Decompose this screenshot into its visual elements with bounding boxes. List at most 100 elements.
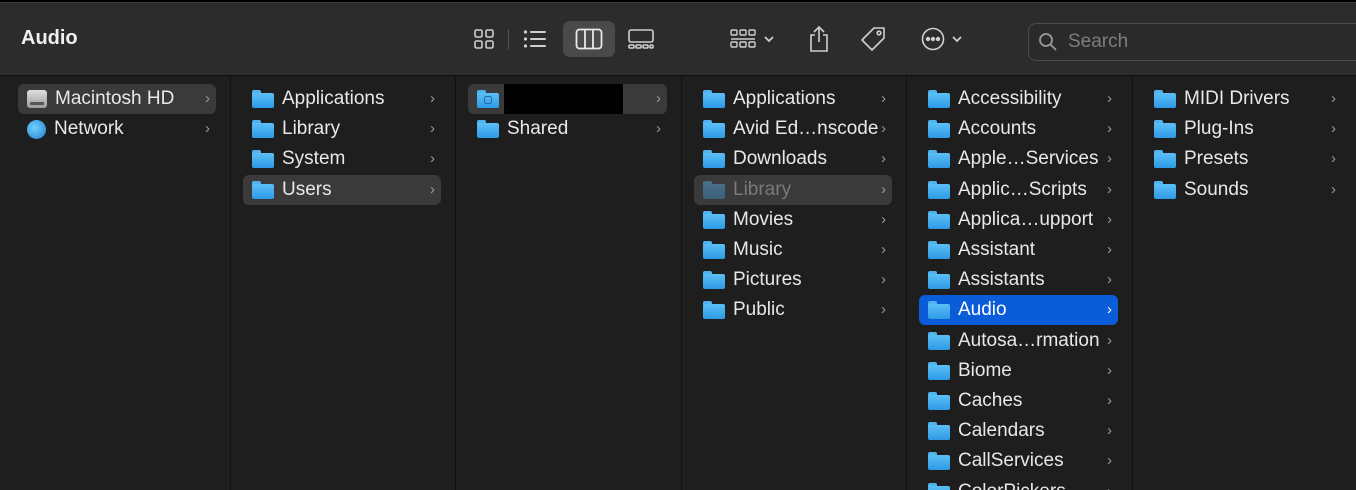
folder-row[interactable]: Macintosh HD › bbox=[18, 84, 216, 114]
share-button[interactable] bbox=[802, 21, 836, 57]
folder-label: Avid Ed…nscode bbox=[733, 118, 879, 139]
search-field[interactable] bbox=[1028, 23, 1356, 61]
chevron-right-icon: › bbox=[881, 150, 886, 167]
folder-label: Library bbox=[282, 118, 341, 139]
folder-row[interactable]: Public › bbox=[694, 295, 892, 325]
chevron-right-icon: › bbox=[1331, 150, 1336, 167]
folder-label: Accounts bbox=[958, 118, 1037, 139]
folder-icon bbox=[703, 120, 725, 138]
icon-view-button[interactable] bbox=[466, 21, 502, 57]
folder-label: Biome bbox=[958, 360, 1012, 381]
folder-row[interactable]: Library › bbox=[243, 114, 441, 144]
folder-row[interactable]: Users › bbox=[243, 175, 441, 205]
folder-icon bbox=[1154, 150, 1176, 168]
folder-icon bbox=[1154, 120, 1176, 138]
folder-icon bbox=[928, 241, 950, 259]
browser-column[interactable]: Macintosh HD › Network › bbox=[0, 76, 231, 490]
folder-row[interactable]: Assistants › bbox=[919, 265, 1118, 295]
folder-row[interactable]: Shared › bbox=[468, 114, 667, 144]
group-by-button[interactable] bbox=[724, 21, 780, 57]
tag-button[interactable] bbox=[855, 21, 891, 57]
folder-icon bbox=[1154, 90, 1176, 108]
folder-row[interactable]: Music › bbox=[694, 235, 892, 265]
folder-row[interactable]: Applica…upport › bbox=[919, 205, 1118, 235]
folder-icon bbox=[252, 90, 274, 108]
chevron-right-icon: › bbox=[656, 120, 661, 137]
list-view-button[interactable] bbox=[516, 21, 554, 57]
folder-row[interactable]: System › bbox=[243, 144, 441, 174]
toolbar: Audio bbox=[0, 3, 1356, 76]
folder-icon bbox=[477, 120, 499, 138]
folder-row[interactable]: ColorPickers› bbox=[919, 477, 1118, 490]
gallery-view-button[interactable] bbox=[622, 21, 660, 57]
folder-row[interactable]: Downloads › bbox=[694, 144, 892, 174]
folder-row[interactable]: CallServices › bbox=[919, 446, 1118, 476]
browser-column[interactable]: MIDI Drivers › Plug-Ins › Presets › Sounds › bbox=[1132, 76, 1356, 490]
browser-column[interactable]: Accessibility › Accounts › Apple…Services › Ap… bbox=[906, 76, 1133, 490]
folder-label: Network bbox=[54, 118, 124, 139]
folder-row[interactable]: Apple…Services › bbox=[919, 144, 1118, 174]
folder-icon bbox=[703, 301, 725, 319]
toolbar-divider bbox=[508, 29, 509, 49]
folder-icon bbox=[703, 271, 725, 289]
chevron-right-icon: › bbox=[1107, 452, 1112, 469]
chevron-right-icon: › bbox=[881, 241, 886, 258]
folder-label: Autosa…rmation bbox=[958, 330, 1100, 351]
folder-label: Sounds bbox=[1184, 179, 1249, 200]
chevron-right-icon: › bbox=[1107, 150, 1112, 167]
folder-label: CallServices bbox=[958, 450, 1064, 471]
chevron-down-icon bbox=[764, 36, 774, 43]
hard-drive-icon bbox=[27, 90, 47, 108]
chevron-right-icon: › bbox=[1107, 332, 1112, 349]
chevron-right-icon: › bbox=[1107, 301, 1112, 318]
chevron-right-icon: › bbox=[881, 211, 886, 228]
browser-column[interactable]: Applications › Library › System › Users › bbox=[230, 76, 456, 490]
folder-row[interactable]: Sounds › bbox=[1145, 175, 1342, 205]
folder-row[interactable]: Accounts › bbox=[919, 114, 1118, 144]
folder-icon bbox=[928, 120, 950, 138]
browser-column[interactable]: › Shared › bbox=[455, 76, 682, 490]
chevron-right-icon: › bbox=[881, 301, 886, 318]
folder-row[interactable]: Biome › bbox=[919, 356, 1118, 386]
more-icon bbox=[921, 27, 945, 51]
folder-row[interactable]: Presets › bbox=[1145, 144, 1342, 174]
folder-row[interactable]: Calendars › bbox=[919, 416, 1118, 446]
folder-row[interactable]: Audio › bbox=[919, 295, 1118, 325]
window-title: Audio bbox=[21, 27, 78, 49]
folder-row[interactable]: Plug-Ins › bbox=[1145, 114, 1342, 144]
folder-label: Public bbox=[733, 299, 785, 320]
more-actions-button[interactable] bbox=[914, 21, 970, 57]
folder-label: Audio bbox=[958, 299, 1007, 320]
folder-row[interactable]: Caches › bbox=[919, 386, 1118, 416]
folder-row[interactable]: Applic…Scripts › bbox=[919, 175, 1118, 205]
folder-row[interactable]: Network › bbox=[18, 114, 216, 144]
folder-row[interactable]: Autosa…rmation › bbox=[919, 326, 1118, 356]
search-input[interactable] bbox=[1066, 30, 1330, 54]
folder-row[interactable]: MIDI Drivers › bbox=[1145, 84, 1342, 114]
folder-row[interactable]: Avid Ed…nscode › bbox=[694, 114, 892, 144]
folder-label: Downloads bbox=[733, 148, 827, 169]
chevron-right-icon: › bbox=[1107, 90, 1112, 107]
folder-row[interactable]: Applications › bbox=[694, 84, 892, 114]
chevron-right-icon: › bbox=[881, 120, 886, 137]
folder-icon bbox=[928, 362, 950, 380]
chevron-right-icon: › bbox=[1331, 181, 1336, 198]
folder-row[interactable]: Accessibility › bbox=[919, 84, 1118, 114]
folder-label: Assistants bbox=[958, 269, 1045, 290]
folder-row[interactable]: Pictures › bbox=[694, 265, 892, 295]
folder-row[interactable]: Library › bbox=[694, 175, 892, 205]
folder-row[interactable]: Applications › bbox=[243, 84, 441, 114]
browser-column[interactable]: Applications › Avid Ed…nscode › Downloads › Li… bbox=[681, 76, 907, 490]
folder-row[interactable]: › bbox=[468, 84, 667, 114]
folder-label: Apple…Services bbox=[958, 148, 1099, 169]
folder-icon bbox=[928, 150, 950, 168]
column-view-button[interactable] bbox=[563, 21, 615, 57]
chevron-right-icon: › bbox=[1107, 241, 1112, 258]
folder-row[interactable]: Assistant › bbox=[919, 235, 1118, 265]
chevron-right-icon: › bbox=[1107, 271, 1112, 288]
folder-label: Applications bbox=[282, 88, 385, 109]
folder-row[interactable]: Movies › bbox=[694, 205, 892, 235]
chevron-right-icon: › bbox=[1331, 90, 1336, 107]
chevron-right-icon: › bbox=[1107, 392, 1112, 409]
tag-icon bbox=[861, 27, 885, 51]
